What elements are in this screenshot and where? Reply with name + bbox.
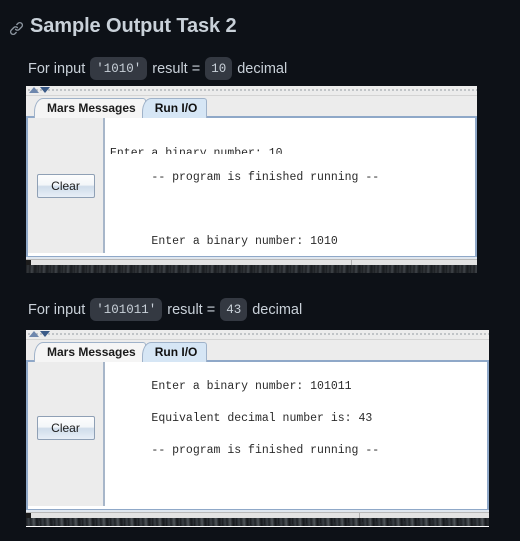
tab-run-io-2[interactable]: Run I/O [141, 342, 208, 362]
tab-strip-1: Mars Messages Run I/O [26, 96, 477, 118]
input-code-chip: '1010' [90, 57, 148, 80]
console-line-blank [110, 202, 475, 218]
tab-run-io-1[interactable]: Run I/O [141, 98, 208, 118]
tab-mars-messages-2[interactable]: Mars Messages [34, 342, 146, 362]
example-caption-1: For input '1010' result = 10 decimal [28, 57, 520, 80]
result-code-chip: 10 [205, 57, 233, 80]
caption-suffix: decimal [252, 301, 303, 318]
console-line: Enter a binary number: 101011 [151, 380, 352, 393]
cropped-edge-1 [26, 265, 477, 273]
console-line: -- program is finished running -- [151, 171, 380, 184]
cropped-edge-2 [26, 518, 489, 526]
caption-middle: result = [152, 60, 201, 77]
caption-middle: result = [167, 301, 216, 318]
caption-prefix: For input [28, 301, 86, 318]
tab-content-1: Clear Enter a binary number: 10 -- progr… [26, 118, 477, 253]
input-code-chip: '101011' [90, 298, 163, 321]
collapse-up-icon[interactable] [29, 87, 39, 93]
collapse-down-icon[interactable] [40, 331, 50, 337]
tab-mars-messages-1[interactable]: Mars Messages [34, 98, 146, 118]
result-code-chip: 43 [220, 298, 248, 321]
tab-content-2: Clear Enter a binary number: 101011 Equi… [26, 362, 489, 506]
console-side-panel-2: Clear [28, 362, 104, 506]
page-title: Sample Output Task 2 [30, 15, 237, 37]
page-heading: Sample Output Task 2 [0, 0, 520, 40]
console-line-clipped: Enter a binary number: 10 [110, 147, 283, 154]
console-line: -- program is finished running -- [151, 444, 380, 457]
console-line: Enter a binary number: 1010 [151, 235, 338, 248]
console-output-1[interactable]: Enter a binary number: 10 -- program is … [104, 118, 475, 253]
link-icon[interactable] [9, 21, 24, 36]
caption-prefix: For input [28, 60, 86, 77]
split-pane-divider-1[interactable] [26, 86, 477, 96]
clear-button-2[interactable]: Clear [36, 416, 95, 440]
clear-button-1[interactable]: Clear [36, 174, 95, 198]
mars-window-1: Mars Messages Run I/O Clear Enter a bina… [26, 86, 477, 273]
console-side-panel-1: Clear [28, 118, 104, 253]
caption-suffix: decimal [237, 60, 288, 77]
mars-window-2: Mars Messages Run I/O Clear Enter a bina… [26, 330, 489, 527]
example-caption-2: For input '101011' result = 43 decimal [28, 298, 302, 321]
collapse-down-icon[interactable] [40, 87, 50, 93]
split-pane-divider-2[interactable] [26, 330, 489, 340]
console-output-2[interactable]: Enter a binary number: 101011 Equivalent… [104, 362, 487, 506]
tab-strip-2: Mars Messages Run I/O [26, 340, 489, 362]
console-line: Equivalent decimal number is: 43 [151, 412, 373, 425]
collapse-up-icon[interactable] [29, 331, 39, 337]
